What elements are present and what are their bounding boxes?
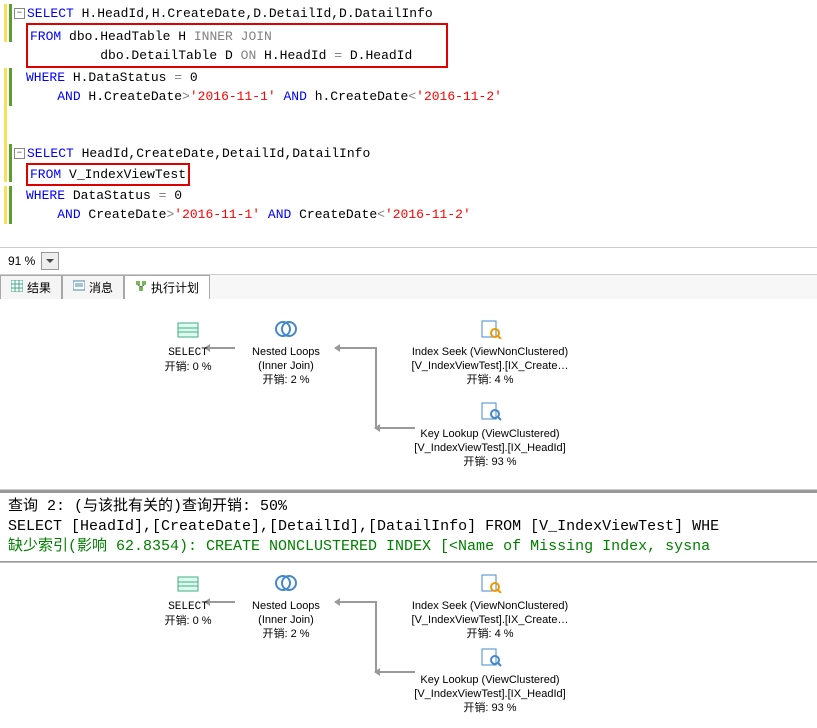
zoom-value: 91 %	[8, 254, 35, 268]
sql-editor[interactable]: −SELECT H.HeadId,H.CreateDate,D.DetailId…	[0, 0, 817, 247]
query2-header: 查询 2: (与该批有关的)查询开销: 50% SELECT [HeadId],…	[0, 493, 817, 561]
nested-loops-icon	[274, 319, 298, 339]
execution-plan-1[interactable]: SELECT 开销: 0 % Nested Loops (Inner Join)…	[0, 299, 817, 490]
plan-node-seek[interactable]: Index Seek (ViewNonClustered) [V_IndexVi…	[390, 319, 590, 387]
fold-icon[interactable]: −	[14, 148, 25, 159]
plan-node-lookup[interactable]: Key Lookup (ViewClustered) [V_IndexViewT…	[390, 647, 590, 715]
key-lookup-icon	[478, 401, 502, 421]
message-icon	[73, 280, 85, 295]
plan-node-select[interactable]: SELECT 开销: 0 %	[158, 319, 218, 374]
index-seek-icon	[478, 573, 502, 593]
zoom-bar: 91 %	[0, 247, 817, 274]
tab-results[interactable]: 结果	[0, 275, 62, 299]
tab-messages[interactable]: 消息	[62, 275, 124, 299]
select-icon	[176, 573, 200, 593]
grid-icon	[11, 280, 23, 295]
zoom-dropdown[interactable]	[41, 252, 59, 270]
fold-icon[interactable]: −	[14, 8, 25, 19]
missing-index-hint: 缺少索引(影响 62.8354): CREATE NONCLUSTERED IN…	[8, 537, 809, 557]
index-seek-icon	[478, 319, 502, 339]
plan-node-seek[interactable]: Index Seek (ViewNonClustered) [V_IndexVi…	[390, 573, 590, 641]
key-lookup-icon	[478, 647, 502, 667]
plan-node-select[interactable]: SELECT 开销: 0 %	[158, 573, 218, 628]
result-tabs: 结果 消息 执行计划	[0, 274, 817, 299]
plan-node-loops[interactable]: Nested Loops (Inner Join) 开销: 2 %	[236, 319, 336, 387]
nested-loops-icon	[274, 573, 298, 593]
plan-node-lookup[interactable]: Key Lookup (ViewClustered) [V_IndexViewT…	[390, 401, 590, 469]
select-icon	[176, 319, 200, 339]
execution-plan-2[interactable]: SELECT 开销: 0 % Nested Loops (Inner Join)…	[0, 563, 817, 718]
plan-icon	[135, 280, 147, 295]
tab-plan[interactable]: 执行计划	[124, 275, 210, 299]
plan-node-loops[interactable]: Nested Loops (Inner Join) 开销: 2 %	[236, 573, 336, 641]
